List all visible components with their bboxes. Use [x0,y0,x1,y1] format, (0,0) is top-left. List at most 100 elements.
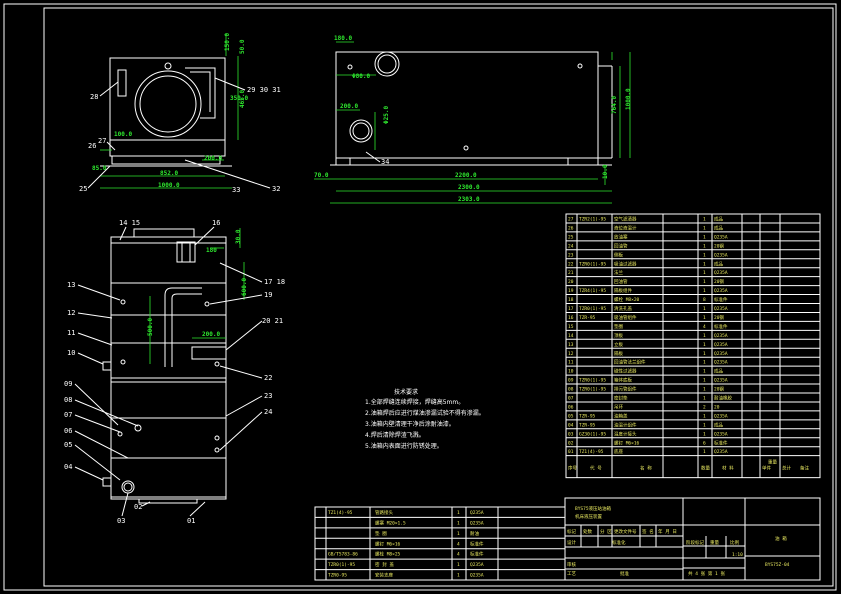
callout: 24 [264,408,272,416]
parts-cell-name: 箱体底板 [614,377,632,384]
parts-cell-no: 23 [568,252,574,258]
callout: 09 [64,380,72,388]
parts-cell-qty: 1 [703,279,706,285]
dim-text: 200.0 [202,331,220,338]
note-item: 2.油箱焊后应进行煤油渗漏试验不得有渗漏。 [365,409,485,417]
parts-cell-no: 22 [568,261,574,267]
dim-text: Φ25.0 [383,106,390,124]
leader-lines-main [74,226,263,517]
callout: 34 [381,158,389,166]
parts-cell-no: 26 [568,225,574,231]
dim-text: 150.0 [224,33,231,51]
parts-cell-code: TZR0(1)-95 [579,306,606,312]
parts-cell-no: 14 [568,333,574,339]
title-row-material: 耐油 [470,530,479,537]
title-row-name: 管路接头 [375,509,393,516]
parts-cell-name: 吸油管组件 [614,314,637,321]
callout: 16 [212,219,220,227]
callout: 14 15 [119,219,140,227]
parts-cell-name: 磁性过滤器 [614,368,637,375]
sheet-info: 共 4 张 第 1 张 [688,570,725,577]
parts-cell-no: 25 [568,234,574,240]
parts-cell-name: 回油管法兰组件 [614,359,646,366]
parts-cell-qty: 1 [703,422,706,428]
title-row-name: 螺栓 M8×25 [375,551,401,558]
parts-cell-name: 侧板 [614,251,623,258]
title-label: 处数 [583,528,592,535]
dim-text: 2303.0 [458,196,480,203]
dim-text: 600.0 [241,278,248,296]
title-row-material: 标准件 [470,540,484,547]
parts-cell-material: Q235A [714,288,728,294]
notes-title: 技术要求 [394,388,418,396]
dim-text: Φ80.0 [352,73,370,80]
callout: 22 [264,374,272,382]
scale: 1:10 [732,552,743,558]
dim-text: 2300.0 [458,184,480,191]
parts-cell-no: 03 [568,431,574,437]
note-item: 5.油箱内表面进行防锈处理。 [365,442,443,450]
parts-cell-name: 放油塞 [614,233,628,240]
parts-cell-no: 01 [568,449,574,455]
parts-header: 数量 [701,465,710,472]
parts-cell-code: GZ30(1)-95 [579,431,606,437]
parts-cell-qty: 6 [703,440,706,446]
callout: 07 [64,411,72,419]
parts-cell-qty: 1 [703,243,706,249]
title-row-code: GB/T5783-86 [328,552,358,558]
dim-text: 180 [206,247,217,254]
parts-cell-qty: 1 [703,234,706,240]
callout: 01 [187,517,195,525]
dim-text: 180.0 [334,35,352,42]
parts-cell-material: Q235A [714,306,728,312]
parts-cell-no: 04 [568,422,574,428]
parts-header: 总计 [782,465,791,472]
parts-cell-name: 螺钉 M6×16 [614,439,640,446]
title-row-code: TZR0(1)-95 [328,562,355,568]
note-item: 1.全部焊缝连续焊接，焊缝高5mm。 [365,398,464,406]
title-row-code: TZ1(4)-95 [328,510,353,516]
parts-cell-name: 密封垫 [614,395,628,402]
callout: 26 [88,142,96,150]
parts-cell-no: 24 [568,243,574,249]
parts-cell-no: 09 [568,378,574,384]
callout: 32 [272,185,280,193]
title-label: 更改文件号 [614,528,637,535]
parts-cell-material: 成品 [714,224,723,231]
parts-cell-material: Q235A [714,351,728,357]
parts-cell-name: 回油管 [614,278,628,285]
parts-cell-no: 05 [568,413,574,419]
leader-line [365,151,381,163]
parts-cell-material: 成品 [714,421,723,428]
title-row-name: 密 封 盖 [375,561,394,568]
parts-cell-name: 底座 [614,448,623,455]
parts-cell-qty: 1 [703,252,706,258]
drawing-number: BYS75Z-04 [765,562,790,568]
drawing-name: 油 箱 [775,535,787,542]
dim-text: 200.0 [340,103,358,110]
parts-cell-qty: 1 [703,225,706,231]
parts-cell-material: Q235A [714,431,728,437]
parts-cell-name: 清洗孔盖 [614,305,632,312]
outer-frame [3,3,837,591]
parts-cell-code: TZR0(1)-95 [579,387,606,393]
title-row-qty: 1 [457,531,460,537]
parts-cell-material: 成品 [714,368,723,375]
parts-cell-qty: 1 [703,360,706,366]
callout: 11 [67,329,75,337]
callout: 04 [64,463,72,471]
parts-cell-qty: 1 [703,315,706,321]
parts-cell-material: 20钢 [714,314,724,321]
side-view [330,51,613,166]
dim-text: 50.0 [239,39,246,54]
parts-cell-material: 20钢 [714,242,724,249]
parts-cell-code: TZR0(1)-95 [579,378,606,384]
parts-list-table: 27 TZR2(1)-95 空气滤清器 1 成品26 液位液温计 1 成品25 放油塞 1 Q235… [565,213,821,479]
parts-cell-no: 21 [568,270,574,276]
title-row-material: Q235A [470,562,484,568]
dim-text: 1000.0 [625,88,632,110]
dim-text: 500.0 [147,318,154,336]
title-row-material: Q235A [470,573,484,579]
title-label: 工艺 [567,571,576,577]
dim-text: 2200.0 [455,172,477,179]
